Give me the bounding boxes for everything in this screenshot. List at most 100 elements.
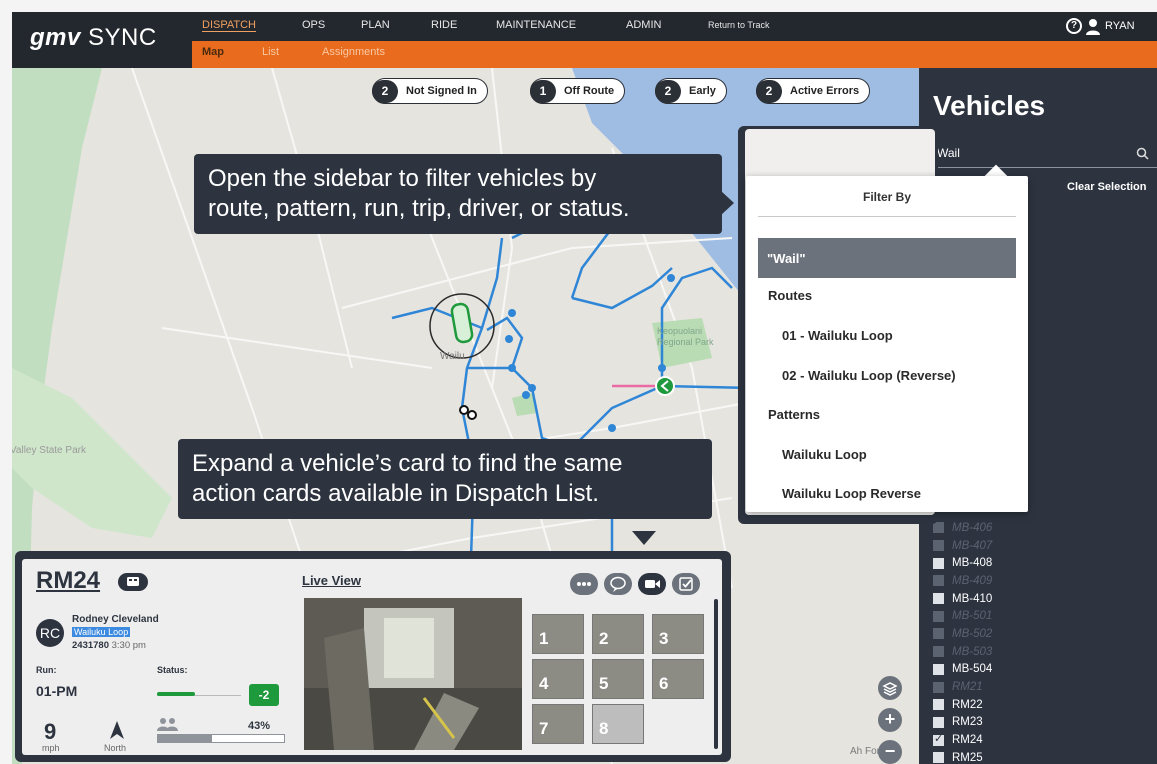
subnav-assignments[interactable]: Assignments xyxy=(322,46,385,58)
camera-thumbnail[interactable]: 5 xyxy=(592,659,644,699)
tooltip-sidebar-filter: Open the sidebar to filter vehicles by r… xyxy=(194,154,722,234)
live-camera-feed[interactable] xyxy=(304,598,522,750)
vehicle-item[interactable]: MB-502 xyxy=(933,625,992,643)
nav-admin[interactable]: ADMIN xyxy=(626,19,661,31)
vehicle-list: MB-406 MB-407 MB-408 MB-409 MB-410 MB-50… xyxy=(933,519,992,764)
route-option[interactable]: 02 - Wailuku Loop (Reverse) xyxy=(782,368,956,383)
vehicle-label: MB-407 xyxy=(952,539,993,552)
nav-dispatch[interactable]: DISPATCH xyxy=(202,19,256,32)
map-label-town: Wailu xyxy=(440,351,465,362)
vehicle-label: MB-409 xyxy=(952,574,993,587)
vehicle-item[interactable]: MB-408 xyxy=(933,554,992,572)
layers-icon[interactable] xyxy=(878,676,902,700)
vehicle-checkbox[interactable] xyxy=(933,557,944,569)
vehicle-checkbox[interactable] xyxy=(933,610,944,622)
camera-thumbnail[interactable]: 3 xyxy=(652,614,704,654)
occupancy-fill xyxy=(158,735,213,742)
subnav-map[interactable]: Map xyxy=(202,46,224,58)
chip-label: Not Signed In xyxy=(406,85,477,97)
vehicle-item[interactable]: RM21 xyxy=(933,678,992,696)
vehicle-label: MB-406 xyxy=(952,521,993,534)
card-scrollbar[interactable] xyxy=(714,599,718,749)
user-name[interactable]: RYAN xyxy=(1105,20,1157,32)
chip-not-signed-in[interactable]: 2 Not Signed In xyxy=(372,78,488,104)
vehicle-label: RM25 xyxy=(952,751,983,764)
message-icon[interactable] xyxy=(604,573,632,595)
app-logo: gmv SYNC xyxy=(30,24,157,51)
vehicle-checkbox[interactable] xyxy=(933,628,944,640)
speed-value: 9 xyxy=(44,719,57,744)
camera-thumbnail[interactable]: 7 xyxy=(532,704,584,744)
help-icon[interactable]: ? xyxy=(1066,18,1082,34)
vehicle-checkbox[interactable] xyxy=(933,522,944,534)
nav-ride[interactable]: RIDE xyxy=(431,19,457,31)
vehicle-item[interactable]: RM22 xyxy=(933,696,992,714)
vehicle-checkbox-checked[interactable] xyxy=(933,732,944,746)
vehicle-checkbox[interactable] xyxy=(933,540,944,552)
vehicle-item[interactable]: MB-406 xyxy=(933,519,992,537)
chip-count: 1 xyxy=(530,79,556,103)
user-icon[interactable] xyxy=(1085,18,1101,36)
vehicle-item[interactable]: MB-503 xyxy=(933,643,992,661)
camera-thumbnail[interactable]: 4 xyxy=(532,659,584,699)
search-icon[interactable] xyxy=(1136,147,1149,160)
vehicle-item[interactable]: MB-407 xyxy=(933,537,992,555)
chip-active-errors[interactable]: 2 Active Errors xyxy=(756,78,871,104)
live-view-link[interactable]: Live View xyxy=(302,573,361,588)
vehicle-checkbox[interactable] xyxy=(933,575,944,587)
route-option[interactable]: 01 - Wailuku Loop xyxy=(782,328,893,343)
vehicle-checkbox[interactable] xyxy=(933,646,944,658)
zoom-out-button[interactable]: − xyxy=(878,740,902,764)
chip-count: 2 xyxy=(655,79,681,103)
occupancy-bar xyxy=(157,734,285,743)
vehicle-label: RM21 xyxy=(952,681,983,694)
pattern-option[interactable]: Wailuku Loop xyxy=(782,447,867,462)
vehicle-checkbox[interactable] xyxy=(933,593,944,605)
sidebar-title: Vehicles xyxy=(933,90,1046,121)
tooltip-line: Expand a vehicle’s card to find the same xyxy=(192,450,623,477)
vehicle-checkbox[interactable] xyxy=(933,699,944,711)
vehicle-item[interactable]: MB-409 xyxy=(933,572,992,590)
vehicle-item[interactable]: RM25 xyxy=(933,749,992,764)
camera-thumbnail[interactable]: 2 xyxy=(592,614,644,654)
nav-maintenance[interactable]: MAINTENANCE xyxy=(496,19,576,31)
vehicle-checkbox[interactable] xyxy=(933,681,944,693)
driver-name: Rodney Cleveland xyxy=(72,614,159,625)
vehicle-item[interactable]: MB-410 xyxy=(933,590,992,608)
status-indicator xyxy=(157,692,195,696)
checklist-icon[interactable] xyxy=(672,573,700,595)
vehicle-search-input[interactable]: Wail xyxy=(933,142,1157,168)
status-label: Status: xyxy=(157,665,188,675)
zoom-in-button[interactable]: + xyxy=(878,708,902,732)
vehicle-checkbox[interactable] xyxy=(933,716,944,728)
heading-label: North xyxy=(104,743,127,753)
chip-off-route[interactable]: 1 Off Route xyxy=(530,78,626,104)
nav-return-to-track[interactable]: Return to Track xyxy=(708,20,770,30)
vehicle-item[interactable]: RM23 xyxy=(933,714,992,732)
vehicle-checkbox[interactable] xyxy=(933,663,944,675)
driver-avatar: RC xyxy=(36,619,64,647)
camera-thumbnail[interactable]: 1 xyxy=(532,614,584,654)
vehicle-item[interactable]: MB-504 xyxy=(933,661,992,679)
camera-icon[interactable] xyxy=(638,573,666,595)
chip-early[interactable]: 2 Early xyxy=(655,78,727,104)
tooltip-vehicle-card: Expand a vehicle’s card to find the same… xyxy=(178,439,712,519)
tooltip-line: route, pattern, run, trip, driver, or st… xyxy=(208,195,630,222)
camera-thumbnail[interactable]: 8 xyxy=(592,704,644,744)
clear-selection-button[interactable]: Clear Selection xyxy=(1067,181,1146,193)
subnav-list[interactable]: List xyxy=(262,46,279,58)
vehicle-id[interactable]: RM24 xyxy=(36,567,100,595)
speed-unit: mph xyxy=(42,743,60,753)
route-name: Wailuku Loop xyxy=(72,627,131,637)
nav-plan[interactable]: PLAN xyxy=(361,19,390,31)
vehicle-item[interactable]: MB-501 xyxy=(933,607,992,625)
pattern-option[interactable]: Wailuku Loop Reverse xyxy=(782,486,921,501)
tooltip-pointer xyxy=(720,190,734,216)
filter-query-option[interactable]: "Wail" xyxy=(758,238,1016,278)
camera-thumbnail[interactable]: 6 xyxy=(652,659,704,699)
more-actions-icon[interactable] xyxy=(570,573,598,595)
vehicle-card[interactable]: RM24 RC Rodney Cleveland Wailuku Loop 24… xyxy=(22,559,722,755)
nav-ops[interactable]: OPS xyxy=(302,19,325,31)
vehicle-checkbox[interactable] xyxy=(933,752,944,764)
vehicle-item-selected[interactable]: RM24 xyxy=(933,731,992,749)
